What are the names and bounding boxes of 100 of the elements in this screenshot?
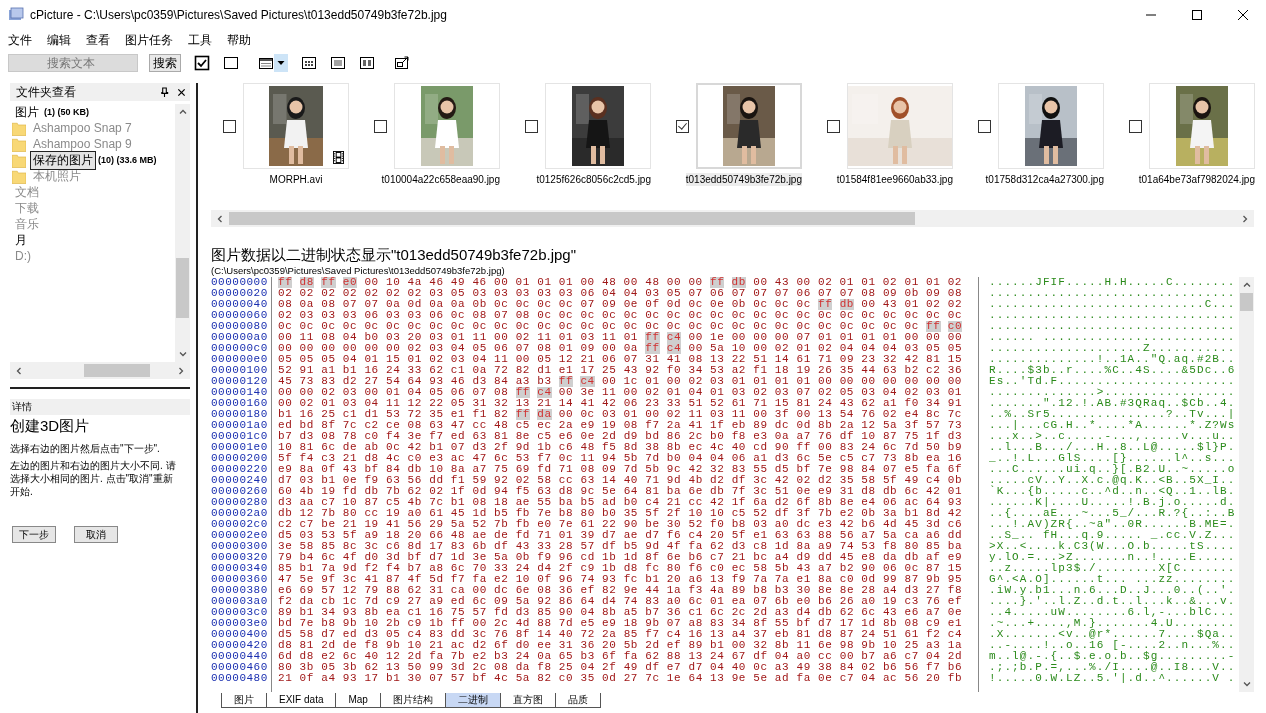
checkbox[interactable] [676,119,689,133]
file-name[interactable]: t01584f81ee9660ab33.jpg [836,173,953,186]
scrollbar[interactable] [211,210,1254,227]
hex-bytes: 79 b4 6c 4f d0 3d bf d7 1d 3e 5a 0b f9 96 cd 1b 1d 8f 6e b6 c7 21 bc a4 d9 dd 45 e8 da db af e9 [278,552,963,563]
window-icon[interactable] [258,55,274,71]
highlighted-byte: c4 [580,376,595,387]
search-button[interactable]: 搜索 [149,54,181,72]
dialog-button[interactable]: 下一步 [12,526,56,543]
tree-item[interactable]: 保存的图片 [30,150,96,170]
tab[interactable]: 品质 [554,693,601,708]
menu-item[interactable]: 编辑 [47,31,71,49]
offset-label: 000002c0 [211,519,269,530]
scrollbar-thumb[interactable] [1240,293,1253,311]
tab[interactable]: 二进制 [444,693,501,708]
ascii-text: ............................C... [989,299,1236,310]
file-name[interactable]: t01a64be73af7982024.jpg [1138,173,1255,186]
checkbox[interactable] [525,119,538,133]
square-icon[interactable] [223,55,239,71]
thumbnail-frame[interactable] [394,83,500,169]
hex-bytes: 00 3e 11 00 02 01 04 01 03 02 03 07 02 05 03 04 02 03 01 [558,387,963,398]
highlighted-byte: c4 [666,343,682,354]
offset-label: 00000460 [211,662,269,673]
file-name[interactable]: t010004a22c658eaa90.jpg [381,173,500,186]
size-info: (10) (33.6 MB) [98,155,157,165]
checkbox[interactable] [827,119,840,133]
menu-item[interactable]: 图片任务 [125,31,173,49]
hex-bytes: d5 58 d7 ed d3 05 c4 83 dd 3c 76 8f 14 40 72 2a 85 f7 c4 16 13 a4 37 eb 81 d8 87 24 51 61 f2 c4 [278,629,963,640]
scrollbar[interactable] [175,104,190,362]
hex-bytes: 00 43 01 02 02 [861,299,963,310]
highlighted-byte: c4 [666,332,682,343]
tab[interactable]: Map [335,693,381,708]
scrollbar-thumb[interactable] [176,258,189,318]
tree-item[interactable]: Ashampoo Snap 7 [30,120,135,136]
highlighted-byte: da [537,409,552,420]
hex-bytes: b7 d3 08 78 c0 f4 3e f7 ed 63 81 8e c5 e6 0e 2d d9 bd 86 2c b0 f8 e3 0a a7 76 df 10 87 75 1f d3 [278,431,963,442]
tree-item[interactable]: 图片 [12,104,42,122]
file-name[interactable]: t0125f626c8056c2cd5.jpg [536,173,651,186]
file-name[interactable]: t013edd50749b3fe72b.jpg [685,173,802,186]
checkbox[interactable] [1129,119,1142,133]
checkbox[interactable] [223,119,236,133]
thumbnail-frame[interactable] [243,83,349,169]
tree-item[interactable]: Ashampoo Snap 9 [30,136,135,152]
ascii-text: ..............>................. [989,387,1236,398]
scrollbar[interactable] [10,362,190,379]
checked-box-icon[interactable] [194,55,210,71]
pin-icon[interactable] [160,86,169,98]
tab[interactable]: EXIF data [266,693,337,708]
close-icon[interactable] [177,86,186,98]
menu-item[interactable]: 工具 [188,31,212,49]
highlighted-byte: ff [321,277,336,288]
scrollbar-thumb[interactable] [84,364,150,377]
offset-label: 00000280 [211,497,269,508]
scrollbar-thumb[interactable] [229,212,915,225]
thumbnail-frame[interactable] [998,83,1104,169]
ascii-text: ....................Z........... [989,343,1236,354]
scrollbar[interactable] [1239,277,1254,692]
file-name[interactable]: MORPH.avi [243,173,349,186]
checkbox[interactable] [978,119,991,133]
tree-item[interactable]: D:) [12,248,34,264]
hex-bytes: d7 03 b1 0e f9 63 56 dd f1 59 92 02 58 cc 63 14 40 71 9d 4b d2 df 3c 42 02 d2 35 58 5f 49 c4 0b [278,475,963,486]
file-path: (C:\Users\pc0359\Pictures\Saved Pictures\t013edd50749b3fe72b.jpg) [211,265,506,276]
hex-bytes: 02 03 03 03 06 03 03 06 0c 08 07 08 0c 0c 0c 0c 0c 0c 0c 0c 0c 0c 0c 0c 0c 0c 0c 0c 0c 0c 0c 0c [278,310,963,321]
thumbnail-frame[interactable] [1149,83,1255,169]
offset-label: 000001e0 [211,442,269,453]
offset-label: 00000220 [211,464,269,475]
menu-item[interactable]: 文件 [8,31,32,49]
list-icon[interactable] [330,55,346,71]
hex-bytes: c2 c7 be 21 19 41 56 29 5a 52 7b fb e0 7e 61 22 90 be 30 52 f0 b8 03 a0 dc e3 42 b6 4d 45 3d c6 [278,519,963,530]
grid-icon[interactable] [301,55,317,71]
search-field[interactable]: 搜索文本 [8,54,138,72]
tab[interactable]: 直方图 [499,693,556,708]
menu-item[interactable]: 帮助 [227,31,251,49]
dialog-button[interactable]: 取消 [74,526,118,543]
hex-bytes: 6d d8 e2 6c 40 12 2d fa 7b e2 b3 24 0a 65 b3 6f fa 62 88 13 24 67 df 04 a0 cc 00 b7 a6 c7 04 2d [278,651,963,662]
ascii-text: ..S_.. fH...q.9..... _.cc.V.Z... [989,530,1236,541]
popout-icon[interactable] [394,55,410,71]
hex-bytes: d8 81 2d de f8 9b 10 21 ac d2 6f d0 ee 31 36 20 5b 2d ef 89 b1 00 32 8b 11 6e 98 9b 10 25 a3 1a [278,640,963,651]
file-name[interactable]: t01758d312ca4a27300.jpg [985,173,1104,186]
ascii-text: ...|...cG.H..*....*A......*.Z?Ws [989,420,1236,431]
ascii-text: ................................ [989,288,1236,299]
offset-label: 000001c0 [211,431,269,442]
ascii-text: ...!.AV)ZR{..~a"..0R......B.ME=. [989,519,1236,530]
hex-title: 图片数据以二进制状态显示"t013edd50749b3fe72b.jpg" [211,246,577,265]
menu-item[interactable]: 查看 [86,31,110,49]
ascii-text: _..!.L...GlS....[}......l^..s... [989,453,1236,464]
thumbnail-frame[interactable] [545,83,651,169]
checkbox[interactable] [374,119,387,133]
highlighted-byte: ff [818,299,833,310]
details-heading: 创建3D图片 [10,417,91,436]
columns-icon[interactable] [359,55,375,71]
hex-bytes: ed bd 8f 7c c2 ce 08 63 47 cc 48 c5 ec 2a e9 19 08 f7 2a 41 1f eb 89 dc 0d 8b 2a 12 5a 3f 57 73 [278,420,963,431]
caret-icon[interactable] [274,54,288,72]
tab[interactable]: 图片结构 [379,693,446,708]
ascii-text: ..l...B.../...H..8..L@.....$l}P. [989,442,1236,453]
thumbnail-frame[interactable] [696,83,802,169]
offset-label: 00000000 [211,277,269,288]
ascii-text: ................................ [989,310,1236,321]
window-title: cPicture - C:\Users\pc0359\Pictures\Saved Pictures\t013edd50749b3fe72b.jpg [30,8,447,22]
tab[interactable]: 图片 [221,693,267,708]
hex-bytes: 00 43 00 02 01 01 02 01 01 02 [753,277,963,288]
